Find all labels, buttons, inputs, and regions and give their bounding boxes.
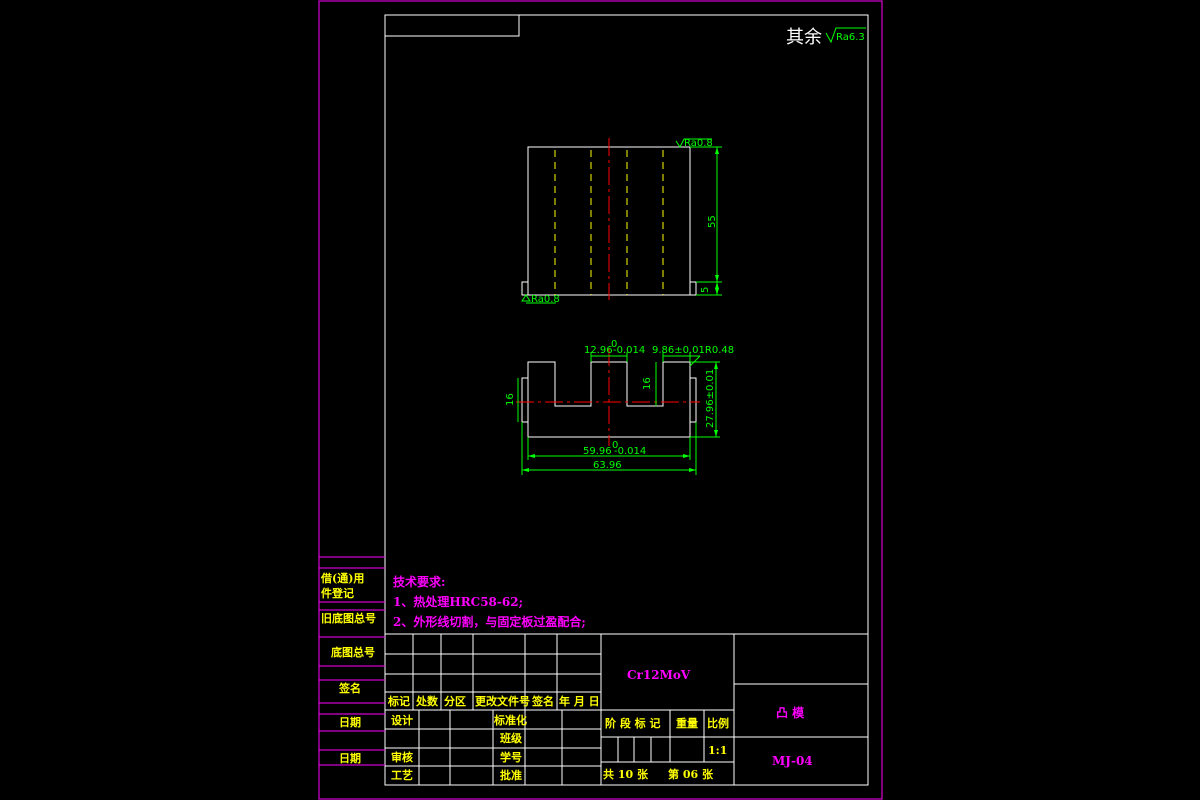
tech-title: 技术要求: xyxy=(393,574,445,589)
label-scale: 比例 xyxy=(707,716,729,730)
top-view-ear-left xyxy=(521,377,529,423)
label-student-no: 学号 xyxy=(500,750,522,764)
dim-tol-lower: -0.014 xyxy=(613,345,645,356)
part-name: 凸 模 xyxy=(776,705,805,720)
tech-line-2: 2、外形线切割，与固定板过盈配合; xyxy=(393,614,586,629)
rev-header-sign: 签名 xyxy=(531,694,554,708)
top-view-ear-right xyxy=(689,377,697,423)
dim-text-5: 5 xyxy=(700,287,711,293)
svg-text:-0.014: -0.014 xyxy=(614,446,646,457)
label-standardize: 标准化 xyxy=(493,713,527,727)
top-view: 12.96 0 -0.014 9.86±0.01R0.48 16 16 27.9… xyxy=(505,339,734,475)
label-weight: 重量 xyxy=(676,716,698,730)
rev-header-date: 年 月 日 xyxy=(559,694,600,708)
drawing-number: MJ-04 xyxy=(772,754,813,768)
scale-value: 1:1 xyxy=(708,744,727,757)
roughness-bottom-value: Ra0.8 xyxy=(531,294,560,305)
dim-text-width-inner: 59.96 xyxy=(583,446,612,457)
dim-text-height: 27.96±0.01 xyxy=(705,369,716,428)
side-label-drawing-no: 底图总号 xyxy=(331,645,375,659)
tech-line-1: 1、热处理HRC58-62; xyxy=(393,594,523,609)
rev-header-doc: 更改文件号 xyxy=(475,694,530,708)
rev-header-count: 处数 xyxy=(415,694,439,708)
dim-text-depth-left: 16 xyxy=(505,393,516,406)
rev-header-zone: 分区 xyxy=(444,694,466,708)
label-approve: 批准 xyxy=(500,768,522,782)
rev-header-mark: 标记 xyxy=(387,694,410,708)
dim-text-width-outer: 63.96 xyxy=(593,460,622,471)
side-label-date-2: 日期 xyxy=(339,751,361,765)
label-review: 审核 xyxy=(391,750,413,764)
cad-drawing-sheet: 其余 Ra6.3 Ra0.8 Ra0.8 55 5 12.96 0 -0.014… xyxy=(318,0,883,800)
front-view-step-right xyxy=(689,281,697,296)
side-label-borrow: 借(通)用 xyxy=(320,571,364,585)
sheet-total: 共 10 张 xyxy=(603,767,649,781)
default-roughness-label: 其余 xyxy=(786,27,822,48)
side-label-register: 件登记 xyxy=(321,586,354,600)
roughness-bottom-symbol xyxy=(521,294,531,302)
material: Cr12MoV xyxy=(627,668,691,682)
technical-requirements: 技术要求: 1、热处理HRC58-62; 2、外形线切割，与固定板过盈配合; xyxy=(393,574,586,629)
side-label-signature: 签名 xyxy=(338,681,361,695)
dim-text-55: 55 xyxy=(707,215,718,228)
dim-text-slot-right: 9.86±0.01R0.48 xyxy=(652,345,734,356)
title-block: 标记 处数 分区 更改文件号 签名 年 月 日 设计 标准化 班级 审核 学号 … xyxy=(385,633,868,785)
label-design: 设计 xyxy=(391,713,413,727)
side-registration-column: 借(通)用 件登记 旧底图总号 底图总号 签名 日期 日期 xyxy=(319,556,385,766)
side-label-old-drawing-no: 旧底图总号 xyxy=(321,611,376,625)
front-view-step-left xyxy=(521,281,529,296)
front-view: Ra0.8 Ra0.8 55 5 xyxy=(521,138,722,305)
dim-text-slot-left: 12.96 xyxy=(584,345,613,356)
label-class: 班级 xyxy=(500,731,523,745)
default-roughness-symbol: 其余 Ra6.3 xyxy=(786,27,866,48)
label-stage-mark: 阶 段 标 记 xyxy=(605,716,661,730)
label-process: 工艺 xyxy=(391,768,413,782)
dim-text-depth-mid: 16 xyxy=(642,377,653,390)
top-left-code-box xyxy=(384,14,520,37)
default-roughness-value: Ra6.3 xyxy=(836,32,865,43)
side-label-date-1: 日期 xyxy=(339,715,361,729)
sheet-number: 第 06 张 xyxy=(668,767,714,781)
